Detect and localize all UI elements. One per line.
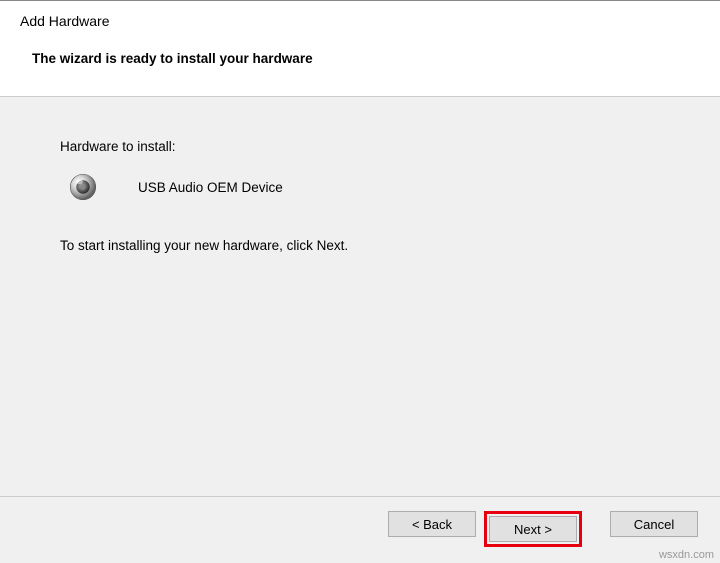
wizard-header: Add Hardware The wizard is ready to inst… [0, 1, 720, 97]
add-hardware-window: Add Hardware The wizard is ready to inst… [0, 0, 720, 563]
install-label: Hardware to install: [60, 139, 660, 154]
wizard-footer: < Back Next > Cancel [0, 496, 720, 563]
next-button[interactable]: Next > [489, 516, 577, 542]
window-title: Add Hardware [20, 13, 700, 29]
speaker-icon [68, 172, 98, 202]
next-button-highlight: Next > [484, 511, 582, 547]
wizard-content: Hardware to install: [0, 97, 720, 496]
wizard-subtitle: The wizard is ready to install your hard… [32, 51, 700, 66]
watermark: wsxdn.com [659, 549, 714, 561]
device-name: USB Audio OEM Device [138, 180, 283, 195]
cancel-button[interactable]: Cancel [610, 511, 698, 537]
instruction-text: To start installing your new hardware, c… [60, 238, 660, 253]
device-row: USB Audio OEM Device [68, 172, 660, 202]
back-button[interactable]: < Back [388, 511, 476, 537]
